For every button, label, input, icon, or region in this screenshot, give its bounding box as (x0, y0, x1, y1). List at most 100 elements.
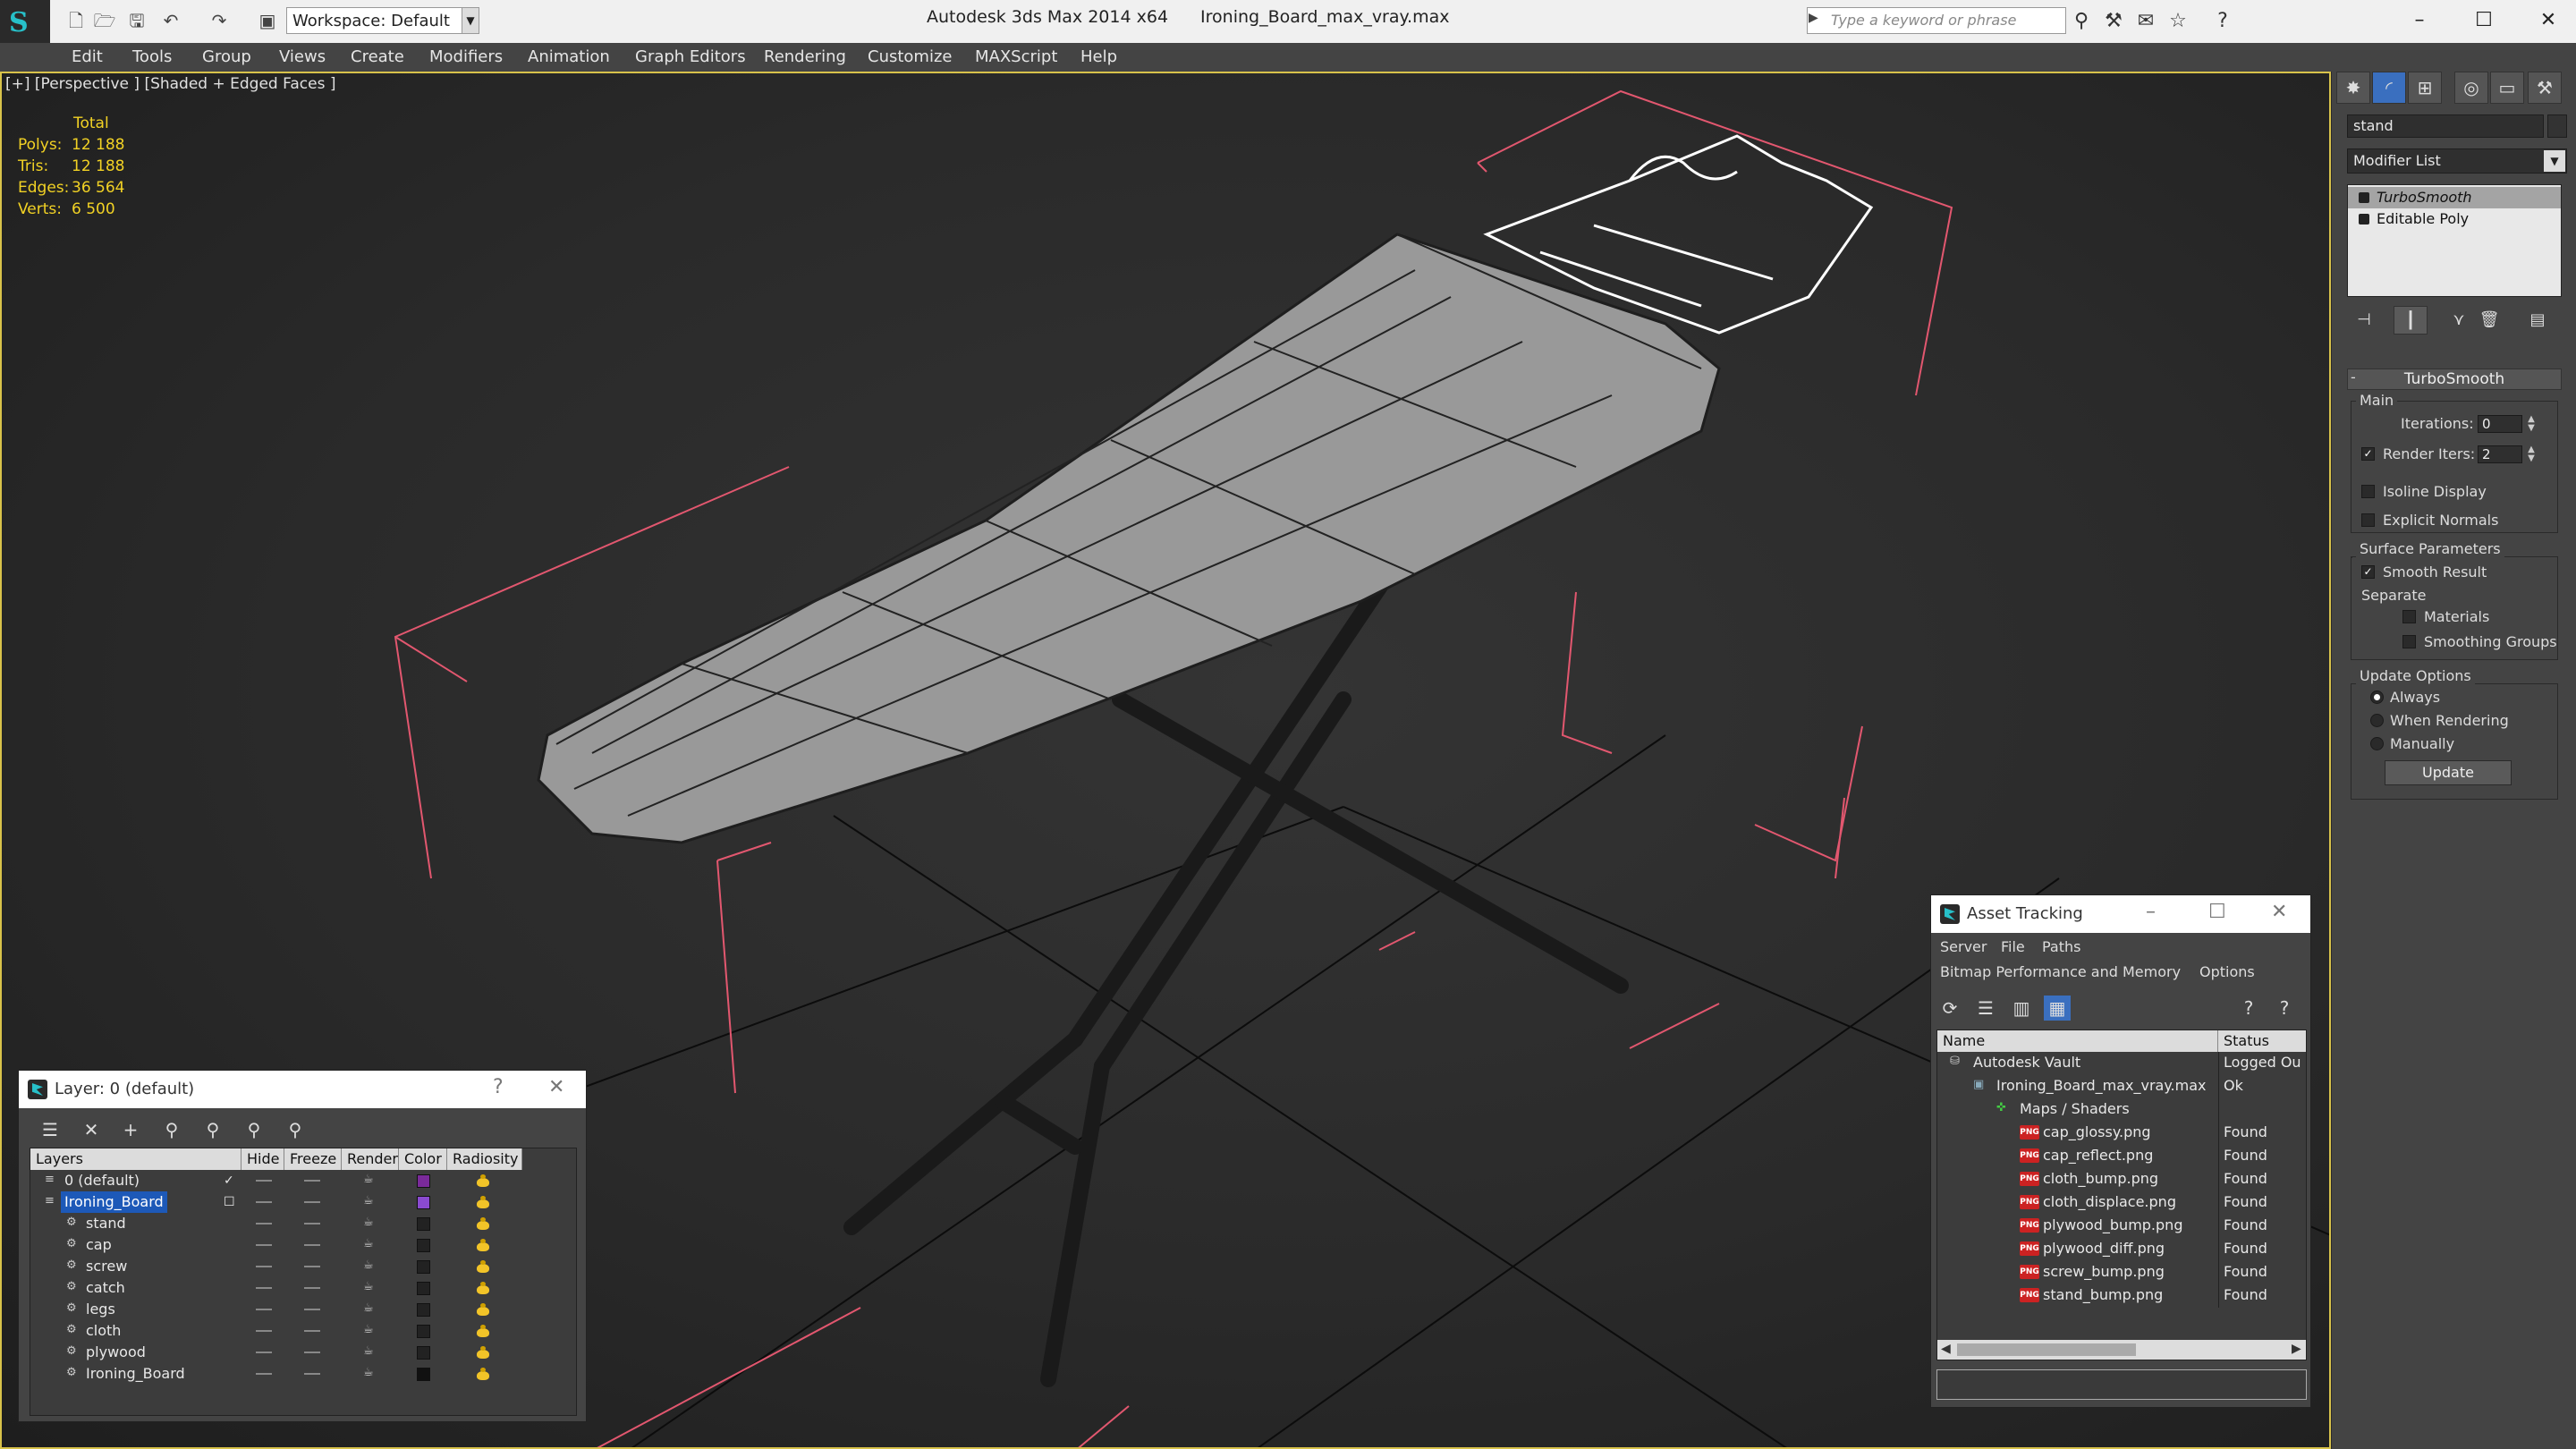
motion-tab-icon[interactable]: ◎ (2454, 72, 2488, 104)
radiosity-teapot-icon[interactable] (474, 1302, 492, 1317)
display-tab-icon[interactable]: ▭ (2490, 72, 2524, 104)
radiosity-teapot-icon[interactable] (474, 1195, 492, 1209)
close-icon[interactable]: ✕ (548, 1076, 564, 1098)
workspace-dropdown[interactable]: Workspace: Default (286, 7, 479, 34)
layer-name[interactable]: legs (82, 1299, 119, 1320)
asset-row[interactable]: ✜ Maps / Shaders (1937, 1098, 2306, 1122)
radiosity-teapot-icon[interactable] (474, 1324, 492, 1338)
show-end-result-icon[interactable]: ┃ (2394, 306, 2428, 335)
asset-name[interactable]: cap_reflect.png (2043, 1145, 2153, 1166)
col-status[interactable]: Status (2218, 1030, 2306, 1052)
radiosity-teapot-icon[interactable] (474, 1367, 492, 1381)
open-file-icon[interactable]: 🗁 (93, 9, 116, 32)
asset-name[interactable]: cap_glossy.png (2043, 1122, 2151, 1143)
col-color[interactable]: Color (399, 1148, 447, 1170)
layer-name[interactable]: Ironing_Board (61, 1191, 167, 1213)
hide-toggle[interactable] (256, 1373, 272, 1375)
menu-graph-editors[interactable]: Graph Editors (628, 45, 753, 70)
layer-color-swatch[interactable] (417, 1196, 430, 1209)
update-button[interactable]: Update (2385, 760, 2512, 785)
layer-row[interactable]: ⚙ legs ☕ (30, 1299, 576, 1320)
refresh-icon[interactable]: ⟳ (1936, 996, 1963, 1021)
layer-color-swatch[interactable] (417, 1368, 430, 1381)
menu-bitmap-performance[interactable]: Bitmap Performance and Memory (1940, 963, 2181, 980)
menu-edit[interactable]: Edit (64, 45, 110, 70)
col-hide[interactable]: Hide (242, 1148, 284, 1170)
freeze-toggle[interactable] (304, 1180, 320, 1182)
layer-color-swatch[interactable] (417, 1260, 430, 1274)
layer-row[interactable]: ≡ 0 (default) ✓ ☕ (30, 1170, 576, 1191)
asset-name[interactable]: Maps / Shaders (2020, 1098, 2130, 1120)
freeze-toggle[interactable] (304, 1201, 320, 1203)
render-teapot-icon[interactable]: ☕ (363, 1367, 376, 1379)
project-folder-icon[interactable]: ▣ (256, 9, 279, 32)
search-input[interactable]: Type a keyword or phrase (1807, 7, 2066, 34)
menu-maxscript[interactable]: MAXScript (968, 45, 1064, 70)
layer-name[interactable]: screw (82, 1256, 131, 1277)
hide-toggle[interactable] (256, 1266, 272, 1267)
layer-row[interactable]: ⚙ cap ☕ (30, 1234, 576, 1256)
menu-server[interactable]: Server (1940, 938, 1987, 955)
asset-row[interactable]: PNG cloth_bump.png Found (1937, 1168, 2306, 1191)
iterations-spinner[interactable]: 0 (2478, 415, 2522, 433)
col-freeze[interactable]: Freeze (284, 1148, 342, 1170)
freeze-toggle[interactable] (304, 1287, 320, 1289)
render-teapot-icon[interactable]: ☕ (363, 1238, 376, 1250)
layer-color-swatch[interactable] (417, 1346, 430, 1360)
stack-item-editable-poly[interactable]: Editable Poly (2348, 208, 2561, 230)
explicit-normals-checkbox[interactable] (2361, 513, 2375, 527)
hide-toggle[interactable] (256, 1180, 272, 1182)
col-radiosity[interactable]: Radiosity (447, 1148, 522, 1170)
menu-rendering[interactable]: Rendering (757, 45, 853, 70)
layer-color-swatch[interactable] (417, 1217, 430, 1231)
binoculars-icon[interactable]: ⚲ (2068, 9, 2095, 34)
render-teapot-icon[interactable]: ☕ (363, 1216, 376, 1229)
layer-name[interactable]: plywood (82, 1342, 149, 1363)
save-file-icon[interactable]: 🖫 (125, 9, 148, 32)
modify-tab-icon[interactable]: ◜ (2372, 72, 2406, 104)
col-render[interactable]: Render (342, 1148, 399, 1170)
render-teapot-icon[interactable]: ☕ (363, 1345, 376, 1358)
object-name-field[interactable]: stand (2347, 114, 2544, 138)
chevron-down-icon[interactable]: ▼ (2544, 150, 2565, 172)
add-to-layer-icon[interactable]: + (117, 1117, 144, 1142)
delete-layer-icon[interactable]: ✕ (78, 1117, 105, 1142)
asset-row[interactable]: PNG plywood_diff.png Found (1937, 1238, 2306, 1261)
maximize-window-button[interactable]: ☐ (2462, 5, 2506, 36)
layer-row[interactable]: ⚙ Ironing_Board ☕ (30, 1363, 576, 1385)
hide-toggle[interactable] (256, 1309, 272, 1310)
col-name[interactable]: Name (1937, 1030, 2218, 1052)
set-current-box-icon[interactable]: ☐ (224, 1191, 235, 1213)
asset-row[interactable]: PNG cap_glossy.png Found (1937, 1122, 2306, 1145)
app-logo-button[interactable]: S (0, 0, 50, 43)
table-view-icon[interactable]: ▦ (2044, 996, 2071, 1021)
modifier-list-dropdown[interactable]: Modifier List (2347, 148, 2567, 174)
turbosmooth-rollout-header[interactable]: TurboSmooth (2347, 369, 2562, 390)
asset-name[interactable]: Autodesk Vault (1973, 1052, 2080, 1073)
scroll-left-icon[interactable]: ◀ (1941, 1342, 1951, 1356)
close-window-button[interactable]: ✕ (2526, 5, 2571, 36)
isoline-display-checkbox[interactable] (2361, 485, 2375, 498)
subscription-icon[interactable]: ⚒ (2100, 9, 2127, 34)
maximize-button[interactable]: ☐ (2208, 901, 2226, 923)
asset-row[interactable]: PNG cloth_displace.png Found (1937, 1191, 2306, 1215)
lightbulb-icon[interactable] (2359, 192, 2369, 203)
spinner-arrows-icon[interactable]: ▲ ▼ (2526, 415, 2537, 433)
hide-toggle[interactable] (256, 1244, 272, 1246)
render-iters-checkbox[interactable]: ✓ (2361, 447, 2375, 461)
context-help-icon[interactable]: ? (2271, 996, 2298, 1021)
menu-group[interactable]: Group (195, 45, 258, 70)
freeze-all-icon[interactable]: ⚲ (282, 1117, 309, 1142)
radiosity-teapot-icon[interactable] (474, 1345, 492, 1360)
chevron-down-icon[interactable]: ▼ (462, 7, 479, 34)
layer-color-swatch[interactable] (417, 1325, 430, 1338)
search-expand-icon[interactable]: ▶ (1809, 11, 1818, 25)
layer-color-swatch[interactable] (417, 1239, 430, 1252)
utilities-tab-icon[interactable]: ⚒ (2528, 72, 2562, 104)
render-teapot-icon[interactable]: ☕ (363, 1302, 376, 1315)
highlight-layer-icon[interactable]: ⚲ (199, 1117, 226, 1142)
layer-row[interactable]: ⚙ stand ☕ (30, 1213, 576, 1234)
asset-row[interactable]: PNG screw_bump.png Found (1937, 1261, 2306, 1284)
render-teapot-icon[interactable]: ☕ (363, 1259, 376, 1272)
undo-icon[interactable]: ↶ (159, 9, 182, 32)
